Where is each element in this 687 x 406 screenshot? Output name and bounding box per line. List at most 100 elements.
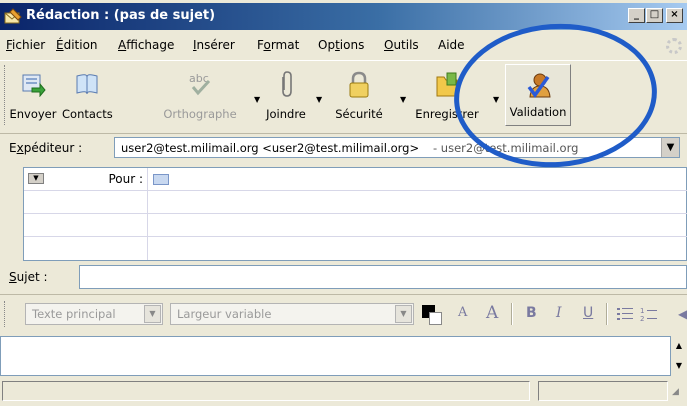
spelling-icon: abc [189,72,211,96]
menu-options-pre: Op [318,38,336,52]
text-color-picker[interactable] [422,305,444,325]
resize-grip-icon[interactable]: ◢ [672,387,679,397]
background-color-swatch [429,312,442,325]
status-progress-panel [538,381,668,401]
attach-dropdown-icon[interactable]: ▼ [316,95,322,104]
security-dropdown-icon[interactable]: ▼ [400,95,406,104]
validation-icon [527,73,551,98]
validation-button[interactable]: Validation [505,64,571,126]
svg-text:1: 1 [640,307,644,315]
scroll-down-icon[interactable]: ▼ [671,358,687,374]
menu-edition-key: É [56,38,64,52]
separator [511,303,513,325]
recipient-type-cell-empty [24,191,148,213]
recipient-type-cell: ▼ Pour : [24,168,148,190]
sender-label-pre: E [9,141,17,155]
format-toolbar-grip[interactable] [4,301,8,327]
scroll-up-icon[interactable]: ▲ [671,338,687,354]
compose-window: Rédaction : (pas de sujet) _ □ × Fichier… [0,0,687,406]
menu-format-key: o [263,38,271,52]
format-toolbar: Texte principal ▼ Largeur variable ▼ A A… [0,294,687,335]
bold-button[interactable]: B [526,305,537,321]
font-select[interactable]: Largeur variable ▼ [170,303,414,325]
sender-value: user2@test.milimail.org <user2@test.mili… [121,141,420,155]
send-label: Envoyer [9,107,57,121]
spelling-dropdown-icon[interactable]: ▼ [254,95,260,104]
validation-label: Validation [509,105,567,119]
close-button[interactable]: × [666,8,683,23]
sender-select[interactable]: user2@test.milimail.org <user2@test.mili… [114,137,680,158]
activity-throbber-icon [666,38,682,54]
menu-bar: Fichier Édition Affichage Insérer Format… [0,34,687,58]
menu-outils[interactable]: Outils [384,38,419,52]
menu-inserer[interactable]: Insérer [193,38,235,52]
attach-button[interactable]: Joindre [262,67,310,125]
font-value: Largeur variable [177,307,272,321]
chevron-down-icon[interactable]: ▼ [661,138,679,157]
svg-text:2: 2 [640,315,644,322]
underline-button[interactable]: U [583,305,593,321]
attach-label: Joindre [266,107,306,121]
larger-text-button[interactable]: A [486,303,498,323]
save-button[interactable]: Enregistrer [414,67,480,125]
menu-affichage[interactable]: Affichage [118,38,174,52]
status-bar: ◢ [0,379,687,406]
app-icon [4,8,22,24]
maximize-button[interactable]: □ [646,8,663,23]
menu-edition-label: dition [63,38,98,52]
subject-label-key: S [9,270,17,284]
recipient-type-label: Pour : [108,172,143,186]
menu-inserer-label: nsérer [196,38,235,52]
contacts-icon [76,74,98,95]
title-bar[interactable]: Rédaction : (pas de sujet) _ □ × [0,3,687,30]
menu-format[interactable]: Format [257,38,299,52]
menu-aide[interactable]: Aide [438,38,465,52]
status-text-panel [2,381,530,401]
subject-label: Sujet : [9,270,48,284]
recipient-type-cell-empty [24,237,148,260]
window-title: Rédaction : (pas de sujet) [26,8,216,23]
menu-edition[interactable]: Édition [56,38,98,52]
contacts-label: Contacts [62,107,113,121]
menu-options[interactable]: Options [318,38,364,52]
recipients-list[interactable]: ▼ Pour : [23,167,687,261]
chevron-down-icon[interactable]: ▼ [395,305,412,323]
bulleted-list-icon[interactable] [616,306,634,322]
numbered-list-icon[interactable]: 1 2 [640,306,658,322]
contacts-button[interactable]: Contacts [62,67,113,125]
main-toolbar: Envoyer Contacts abc Orthographe ▼ Joind… [0,60,687,131]
menu-fichier-label: ichier [12,38,46,52]
spelling-button[interactable]: abc Orthographe [162,67,238,125]
menu-format-label: rmat [270,38,300,52]
save-label: Enregistrer [415,107,479,121]
security-button[interactable]: Sécurité [330,67,388,125]
minimize-button[interactable]: _ [628,8,645,23]
menu-fichier[interactable]: Fichier [6,38,45,52]
message-body-editor[interactable] [0,336,671,376]
save-dropdown-icon[interactable]: ▼ [493,95,499,104]
recipient-row-empty[interactable] [24,237,687,260]
menu-options-label: ions [339,38,365,52]
menu-affichage-key: A [118,38,127,52]
spelling-label: Orthographe [163,107,237,121]
chevron-down-icon[interactable]: ▼ [144,305,161,323]
recipient-row[interactable]: ▼ Pour : [24,168,687,191]
address-card-icon [153,174,169,185]
body-scrollbar[interactable]: ▲ ▼ [671,336,687,376]
paragraph-style-value: Texte principal [32,307,116,321]
italic-button[interactable]: I [556,305,562,321]
recipient-row-empty[interactable] [24,214,687,237]
recipient-type-dropdown[interactable]: ▼ [28,173,44,184]
subject-input[interactable] [79,265,687,289]
lock-icon [349,71,369,98]
sender-row: Expéditeur : user2@test.milimail.org <us… [0,133,687,164]
indent-icon[interactable]: ◀ [678,307,687,321]
recipient-row-empty[interactable] [24,191,687,214]
send-icon [22,74,46,97]
smaller-text-button[interactable]: A [458,305,467,320]
sender-label-rest: péditeur : [23,141,83,155]
sender-label: Expéditeur : [9,141,82,155]
send-button[interactable]: Envoyer [8,67,58,125]
paragraph-style-select[interactable]: Texte principal ▼ [25,303,163,325]
subject-label-rest: ujet : [16,270,48,284]
